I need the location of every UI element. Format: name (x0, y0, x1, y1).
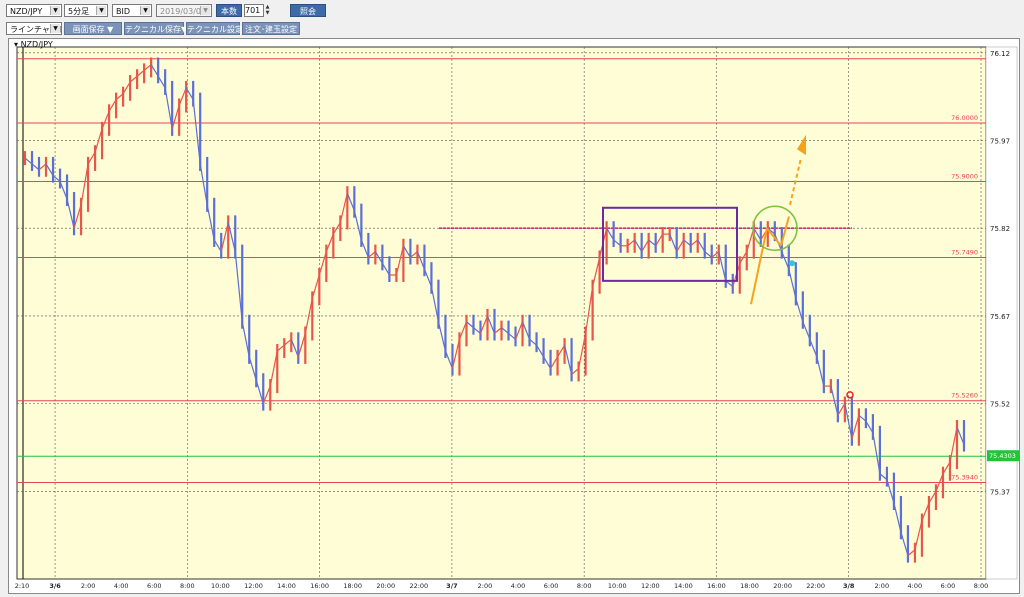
x-tick-label: 20:00 (376, 582, 395, 590)
chevron-down-icon: ▼ (140, 6, 150, 15)
technical-settings-button[interactable]: テクニカル設定 (186, 22, 243, 35)
save-image-button[interactable]: 画面保存 ▼ (64, 22, 122, 35)
hline-label: 75.5260 (951, 392, 978, 400)
currency-pair-select[interactable]: NZD/JPY ▼ (6, 4, 62, 17)
bar-count-input[interactable]: 701 (244, 4, 264, 17)
chart-type-select[interactable]: ラインチャート ▼ (6, 22, 62, 35)
currency-pair-value: NZD/JPY (10, 7, 43, 16)
timeframe-select[interactable]: 5分足 ▼ (64, 4, 108, 17)
x-tick-label: 10:00 (608, 582, 627, 590)
chevron-down-icon: ▼ (200, 6, 210, 15)
price-chart[interactable]: 76.12 75.97 75.82 75.67 75.52 75.37 2:10 3/6 2:0… (9, 39, 1019, 593)
hline-label: 76.0000 (951, 114, 978, 122)
technical-save-button[interactable]: テクニカル保存▼ (124, 22, 187, 35)
marker-cyan-icon (789, 260, 795, 267)
date-select[interactable]: 2019/03/08 ▼ (156, 4, 212, 17)
price-type-value: BID (116, 7, 131, 16)
y-tick-label: 76.12 (990, 50, 1010, 58)
chart-symbol-text: NZD/JPY (20, 40, 53, 49)
x-tick-label: 2:10 (15, 582, 30, 590)
x-tick-label: 16:00 (707, 582, 726, 590)
hline-label: 75.3940 (951, 474, 978, 482)
y-tick-label: 75.37 (990, 488, 1010, 496)
x-tick-label: 8:00 (974, 582, 989, 590)
x-tick-label: 14:00 (674, 582, 693, 590)
x-tick-label: 6:00 (147, 582, 162, 590)
spinner-icon[interactable]: ▲ ▼ (264, 4, 271, 17)
x-tick-label: 18:00 (740, 582, 759, 590)
y-tick-label: 75.52 (990, 401, 1010, 409)
order-settings-button[interactable]: 注文･建玉設定 (242, 22, 300, 35)
x-tick-label: 4:00 (511, 582, 526, 590)
x-tick-label: 14:00 (277, 582, 296, 590)
x-tick-label: 22:00 (409, 582, 428, 590)
display-button[interactable]: 照会 (290, 4, 326, 17)
x-tick-label: 8:00 (577, 582, 592, 590)
chart-panel: 76.12 75.97 75.82 75.67 75.52 75.37 2:10 3/6 2:0… (8, 38, 1020, 594)
plot-background (16, 46, 987, 580)
x-tick-label: 3/7 (446, 582, 457, 590)
price-type-select[interactable]: BID ▼ (112, 4, 152, 17)
x-tick-label: 8:00 (180, 582, 195, 590)
x-tick-label: 22:00 (806, 582, 825, 590)
x-tick-label: 2:00 (874, 582, 889, 590)
x-tick-label: 12:00 (641, 582, 660, 590)
toolbar-top: NZD/JPY ▼ 5分足 ▼ BID ▼ 2019/03/08 ▼ 本数 701 ▲ ▼… (0, 0, 1024, 22)
current-price-text: 75.4303 (989, 452, 1016, 460)
y-tick-label: 75.67 (990, 313, 1010, 321)
bar-count-button[interactable]: 本数 (216, 4, 242, 17)
x-tick-label: 6:00 (941, 582, 956, 590)
x-tick-label: 4:00 (114, 582, 129, 590)
hline-label: 75.7490 (951, 248, 978, 256)
x-tick-label: 18:00 (343, 582, 362, 590)
x-tick-label: 2:00 (81, 582, 96, 590)
x-tick-label: 16:00 (310, 582, 329, 590)
y-tick-label: 75.82 (990, 225, 1010, 233)
chevron-down-icon: ▼ (96, 6, 106, 15)
x-tick-label: 4:00 (908, 582, 923, 590)
chart-symbol-label: ▾ NZD/JPY (14, 40, 53, 49)
timeframe-value: 5分足 (68, 7, 90, 16)
x-tick-label: 12:00 (244, 582, 263, 590)
x-tick-label: 6:00 (544, 582, 559, 590)
x-tick-label: 10:00 (211, 582, 230, 590)
x-tick-label: 3/6 (49, 582, 61, 590)
x-tick-label: 20:00 (773, 582, 792, 590)
chevron-down-icon: ▼ (50, 6, 60, 15)
y-tick-label: 75.97 (990, 138, 1010, 146)
hline-label: 75.9000 (951, 172, 978, 180)
toolbar-bottom: ラインチャート ▼ 画面保存 ▼ テクニカル保存▼ テクニカル設定 注文･建玉設定 (0, 21, 1024, 37)
chevron-down-icon: ▼ (50, 24, 60, 33)
x-tick-label: 3/8 (843, 582, 855, 590)
x-tick-label: 2:00 (478, 582, 493, 590)
